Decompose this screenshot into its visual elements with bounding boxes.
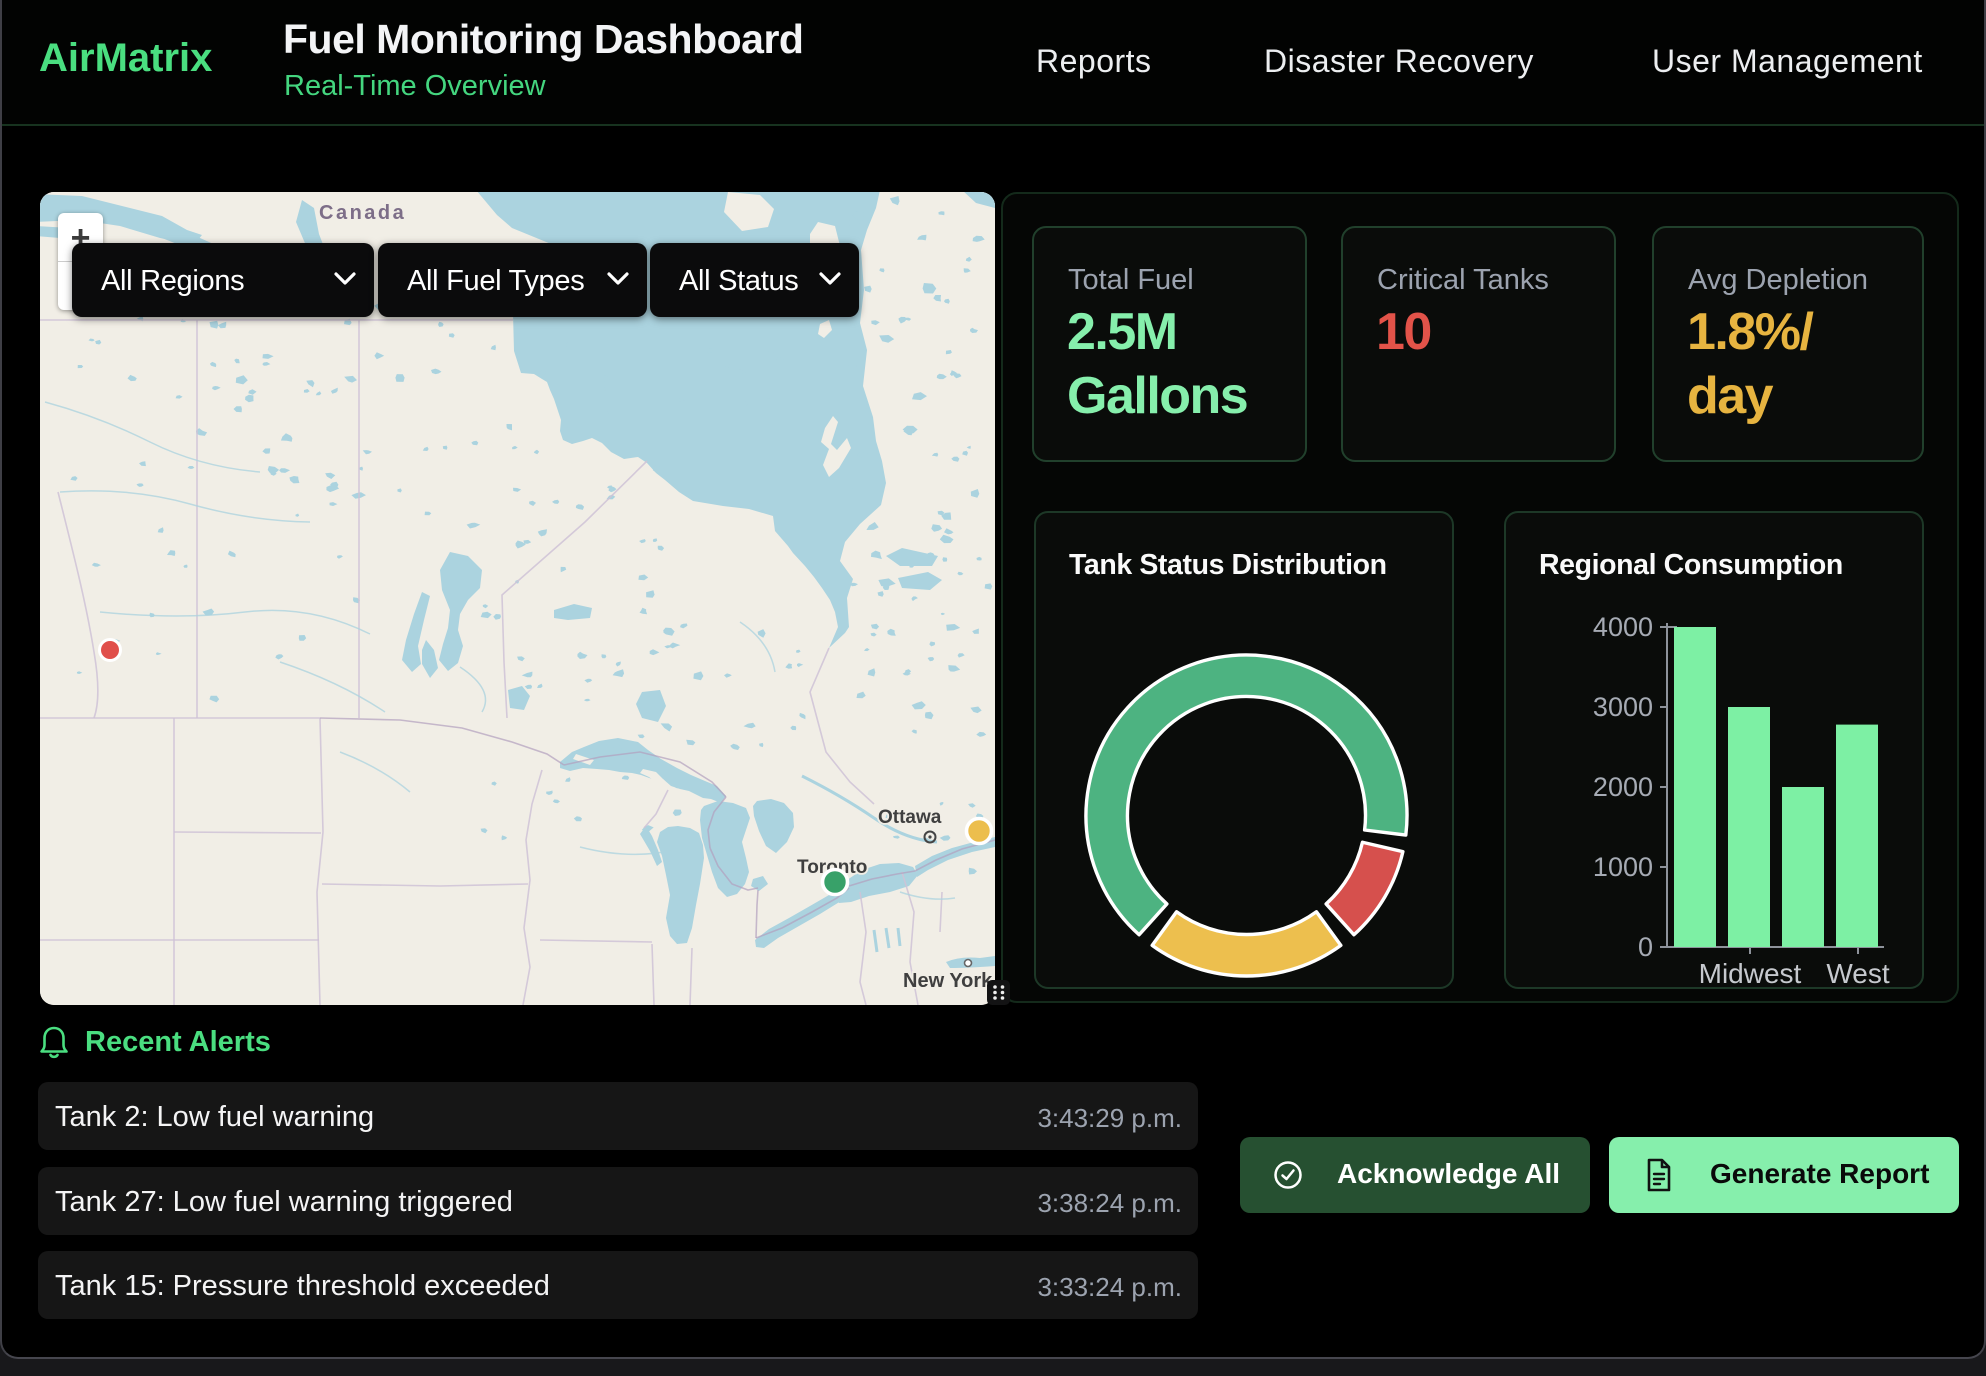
svg-text:4000: 4000 <box>1593 612 1653 642</box>
svg-text:1000: 1000 <box>1593 852 1653 882</box>
svg-text:2000: 2000 <box>1593 772 1653 802</box>
svg-text:Midwest: Midwest <box>1699 958 1802 989</box>
svg-text:Canada: Canada <box>319 202 406 224</box>
svg-text:West: West <box>1826 958 1889 989</box>
svg-text:0: 0 <box>1638 932 1653 962</box>
svg-text:3000: 3000 <box>1593 692 1653 722</box>
svg-text:Ottawa: Ottawa <box>878 807 942 828</box>
svg-text:New York: New York <box>903 970 993 992</box>
